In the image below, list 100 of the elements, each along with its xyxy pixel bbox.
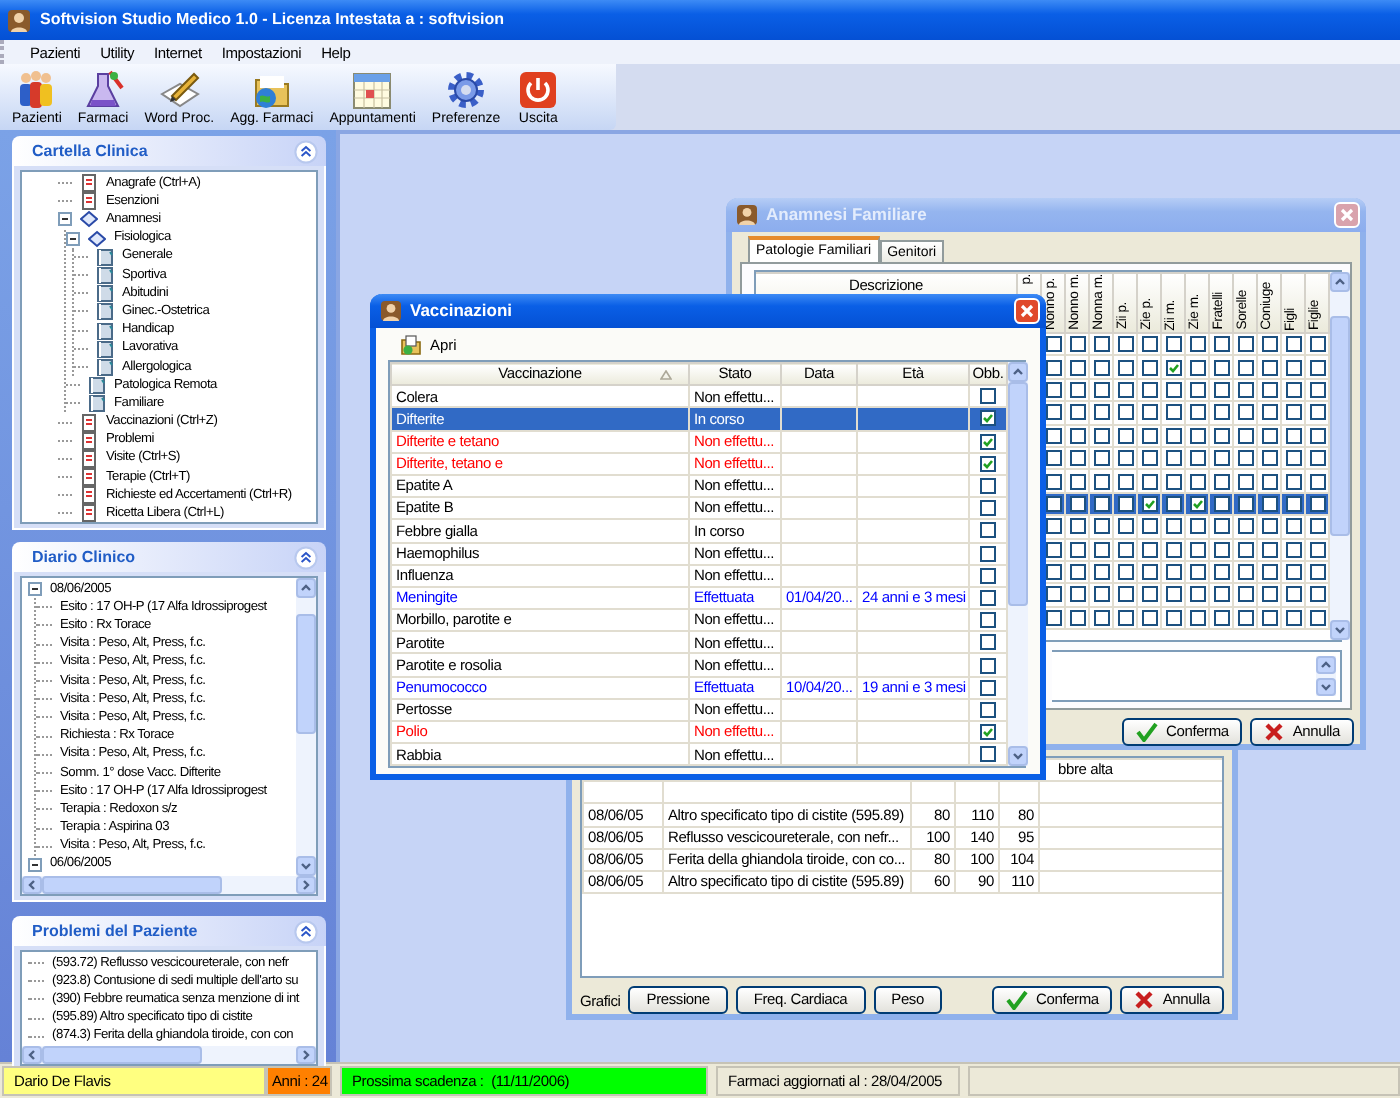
checkbox[interactable] (1141, 404, 1157, 421)
checkbox[interactable] (1165, 404, 1181, 421)
checkbox[interactable] (1069, 450, 1085, 467)
scroll-thumb[interactable] (1008, 382, 1028, 606)
checkbox[interactable] (1237, 381, 1253, 398)
checkbox[interactable] (1261, 541, 1277, 558)
checkbox[interactable] (1165, 336, 1181, 353)
table-row[interactable] (1042, 584, 1330, 608)
table-row[interactable] (1042, 447, 1330, 471)
scroll-thumb[interactable] (42, 1046, 202, 1064)
collapse-icon[interactable] (294, 139, 318, 163)
checkbox[interactable] (1141, 427, 1157, 444)
scroll-down-icon[interactable] (1316, 678, 1336, 696)
checkbox[interactable] (1165, 381, 1181, 398)
checkbox[interactable] (1189, 609, 1205, 626)
checkbox[interactable] (1285, 381, 1301, 398)
horizontal-scrollbar[interactable] (22, 1046, 316, 1064)
checkbox[interactable] (1141, 381, 1157, 398)
checkbox[interactable] (1141, 495, 1157, 512)
checkbox[interactable] (1261, 404, 1277, 421)
checkbox[interactable] (1237, 450, 1253, 467)
checkbox[interactable] (1045, 586, 1061, 603)
checkbox[interactable] (1165, 518, 1181, 535)
checkbox[interactable] (1093, 541, 1109, 558)
checkbox[interactable] (1093, 381, 1109, 398)
checkbox[interactable] (1117, 427, 1133, 444)
checkbox[interactable] (1213, 336, 1229, 353)
checkbox[interactable] (1309, 381, 1325, 398)
checkbox[interactable] (1213, 473, 1229, 490)
checkbox[interactable] (1261, 564, 1277, 581)
checkbox[interactable] (1285, 404, 1301, 421)
checkbox[interactable] (980, 388, 996, 405)
checkbox[interactable] (1165, 541, 1181, 558)
checkbox[interactable] (1213, 427, 1229, 444)
checkbox[interactable] (1117, 609, 1133, 626)
checkbox[interactable] (1261, 518, 1277, 535)
checkbox[interactable] (980, 634, 996, 651)
checkbox[interactable] (1141, 541, 1157, 558)
scroll-down-icon[interactable] (1330, 620, 1350, 640)
checkbox[interactable] (1117, 586, 1133, 603)
checkbox[interactable] (1189, 541, 1205, 558)
table-row[interactable] (1042, 402, 1330, 426)
scroll-thumb[interactable] (1330, 316, 1350, 536)
vertical-scrollbar[interactable] (1330, 272, 1350, 640)
checkbox[interactable] (1261, 427, 1277, 444)
checkbox[interactable] (1165, 427, 1181, 444)
checkbox[interactable] (1189, 336, 1205, 353)
scroll-right-icon[interactable] (296, 1046, 316, 1064)
checkbox[interactable] (1165, 495, 1181, 512)
checkbox[interactable] (1141, 609, 1157, 626)
checkbox[interactable] (1213, 381, 1229, 398)
checkbox[interactable] (1237, 495, 1253, 512)
checkbox[interactable] (1117, 473, 1133, 490)
checkbox[interactable] (1261, 609, 1277, 626)
checkbox[interactable] (980, 724, 996, 741)
checkbox[interactable] (980, 612, 996, 629)
collapse-toggle-icon[interactable] (66, 231, 80, 246)
checkbox[interactable] (980, 522, 996, 539)
checkbox[interactable] (1237, 359, 1253, 376)
horizontal-scrollbar[interactable] (22, 876, 316, 894)
checkbox[interactable] (1309, 609, 1325, 626)
checkbox[interactable] (1117, 359, 1133, 376)
checkbox[interactable] (1189, 518, 1205, 535)
checkbox[interactable] (1237, 404, 1253, 421)
checkbox[interactable] (1141, 336, 1157, 353)
checkbox[interactable] (1045, 450, 1061, 467)
checkbox[interactable] (1237, 518, 1253, 535)
scroll-left-icon[interactable] (22, 876, 42, 894)
checkbox[interactable] (1309, 404, 1325, 421)
checkbox[interactable] (1261, 381, 1277, 398)
checkbox[interactable] (1285, 586, 1301, 603)
checkbox[interactable] (980, 433, 996, 450)
checkbox[interactable] (1213, 564, 1229, 581)
checkbox[interactable] (1117, 564, 1133, 581)
checkbox[interactable] (980, 746, 996, 763)
checkbox[interactable] (1141, 518, 1157, 535)
checkbox[interactable] (1093, 404, 1109, 421)
checkbox[interactable] (1309, 450, 1325, 467)
checkbox[interactable] (1309, 518, 1325, 535)
collapse-toggle-icon[interactable] (58, 212, 72, 227)
checkbox[interactable] (1117, 336, 1133, 353)
checkbox[interactable] (1117, 495, 1133, 512)
checkbox[interactable] (1069, 518, 1085, 535)
checkbox[interactable] (980, 679, 996, 696)
checkbox[interactable] (1237, 586, 1253, 603)
checkbox[interactable] (1045, 495, 1061, 512)
table-row[interactable] (1042, 539, 1330, 562)
checkbox[interactable] (1213, 541, 1229, 558)
checkbox[interactable] (1069, 586, 1085, 603)
checkbox[interactable] (1213, 518, 1229, 535)
checkbox[interactable] (1213, 359, 1229, 376)
checkbox[interactable] (1165, 359, 1181, 376)
table-row[interactable] (1042, 470, 1330, 494)
vertical-scrollbar[interactable] (296, 578, 316, 876)
checkbox[interactable] (1069, 495, 1085, 512)
checkbox[interactable] (1309, 586, 1325, 603)
checkbox[interactable] (1189, 427, 1205, 444)
checkbox[interactable] (1237, 541, 1253, 558)
checkbox[interactable] (1237, 336, 1253, 353)
checkbox[interactable] (1045, 518, 1061, 535)
